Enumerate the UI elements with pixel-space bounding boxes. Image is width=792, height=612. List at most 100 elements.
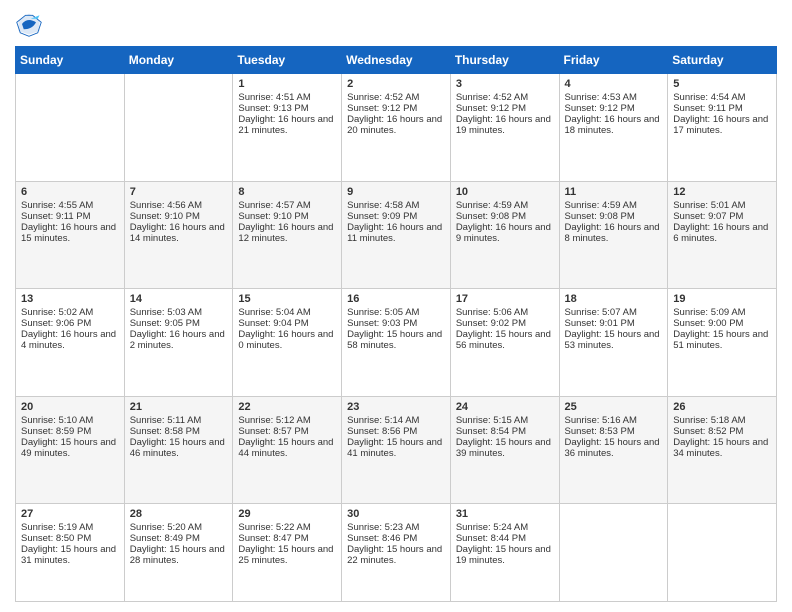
day-number: 17: [456, 293, 554, 305]
day-info: Sunrise: 4:56 AM: [130, 200, 228, 211]
day-info: Sunrise: 5:04 AM: [238, 307, 336, 318]
day-number: 21: [130, 401, 228, 413]
calendar-cell: 20Sunrise: 5:10 AMSunset: 8:59 PMDayligh…: [16, 396, 125, 504]
day-info: Sunset: 9:12 PM: [565, 103, 663, 114]
day-info: Sunset: 8:50 PM: [21, 533, 119, 544]
day-number: 13: [21, 293, 119, 305]
day-info: Sunset: 8:53 PM: [565, 426, 663, 437]
day-info: Sunset: 8:49 PM: [130, 533, 228, 544]
day-number: 12: [673, 186, 771, 198]
day-number: 31: [456, 508, 554, 520]
calendar-cell: 21Sunrise: 5:11 AMSunset: 8:58 PMDayligh…: [124, 396, 233, 504]
day-number: 19: [673, 293, 771, 305]
day-info: Sunset: 9:03 PM: [347, 318, 445, 329]
day-info: Sunrise: 4:53 AM: [565, 92, 663, 103]
day-info: Sunset: 9:04 PM: [238, 318, 336, 329]
day-info: Sunset: 9:10 PM: [238, 211, 336, 222]
calendar-cell: 2Sunrise: 4:52 AMSunset: 9:12 PMDaylight…: [342, 74, 451, 182]
calendar-week-row: 1Sunrise: 4:51 AMSunset: 9:13 PMDaylight…: [16, 74, 777, 182]
day-info: Sunrise: 5:16 AM: [565, 415, 663, 426]
day-number: 27: [21, 508, 119, 520]
day-number: 16: [347, 293, 445, 305]
day-info: Sunset: 9:10 PM: [130, 211, 228, 222]
calendar-day-header: Saturday: [668, 47, 777, 74]
calendar-cell: 10Sunrise: 4:59 AMSunset: 9:08 PMDayligh…: [450, 181, 559, 289]
day-info: Sunrise: 5:11 AM: [130, 415, 228, 426]
calendar-cell: 12Sunrise: 5:01 AMSunset: 9:07 PMDayligh…: [668, 181, 777, 289]
day-info: Sunrise: 5:03 AM: [130, 307, 228, 318]
day-info: Daylight: 15 hours and 36 minutes.: [565, 437, 663, 459]
day-info: Daylight: 15 hours and 41 minutes.: [347, 437, 445, 459]
calendar-cell: 16Sunrise: 5:05 AMSunset: 9:03 PMDayligh…: [342, 289, 451, 397]
day-info: Daylight: 16 hours and 21 minutes.: [238, 114, 336, 136]
day-info: Daylight: 16 hours and 19 minutes.: [456, 114, 554, 136]
day-info: Daylight: 16 hours and 4 minutes.: [21, 329, 119, 351]
calendar-cell: 27Sunrise: 5:19 AMSunset: 8:50 PMDayligh…: [16, 504, 125, 602]
calendar-cell: 23Sunrise: 5:14 AMSunset: 8:56 PMDayligh…: [342, 396, 451, 504]
calendar-day-header: Sunday: [16, 47, 125, 74]
logo-icon: [15, 10, 43, 38]
calendar-week-row: 27Sunrise: 5:19 AMSunset: 8:50 PMDayligh…: [16, 504, 777, 602]
calendar-cell: [559, 504, 668, 602]
day-number: 2: [347, 78, 445, 90]
day-info: Sunrise: 4:59 AM: [565, 200, 663, 211]
calendar-day-header: Friday: [559, 47, 668, 74]
day-info: Daylight: 15 hours and 34 minutes.: [673, 437, 771, 459]
day-info: Daylight: 16 hours and 6 minutes.: [673, 222, 771, 244]
day-info: Sunset: 8:56 PM: [347, 426, 445, 437]
day-info: Daylight: 16 hours and 9 minutes.: [456, 222, 554, 244]
day-info: Sunrise: 5:05 AM: [347, 307, 445, 318]
calendar-cell: 25Sunrise: 5:16 AMSunset: 8:53 PMDayligh…: [559, 396, 668, 504]
day-info: Sunrise: 5:12 AM: [238, 415, 336, 426]
day-number: 6: [21, 186, 119, 198]
day-number: 4: [565, 78, 663, 90]
day-number: 5: [673, 78, 771, 90]
day-info: Sunset: 9:11 PM: [21, 211, 119, 222]
day-info: Daylight: 15 hours and 46 minutes.: [130, 437, 228, 459]
day-info: Sunset: 9:02 PM: [456, 318, 554, 329]
calendar-cell: 24Sunrise: 5:15 AMSunset: 8:54 PMDayligh…: [450, 396, 559, 504]
logo: [15, 10, 47, 38]
day-info: Sunset: 8:59 PM: [21, 426, 119, 437]
day-info: Sunrise: 4:55 AM: [21, 200, 119, 211]
day-info: Sunrise: 4:58 AM: [347, 200, 445, 211]
day-info: Sunrise: 5:22 AM: [238, 522, 336, 533]
calendar-cell: [16, 74, 125, 182]
day-info: Sunrise: 5:01 AM: [673, 200, 771, 211]
day-number: 9: [347, 186, 445, 198]
calendar-cell: 31Sunrise: 5:24 AMSunset: 8:44 PMDayligh…: [450, 504, 559, 602]
day-number: 30: [347, 508, 445, 520]
day-info: Sunrise: 5:15 AM: [456, 415, 554, 426]
day-info: Sunset: 9:00 PM: [673, 318, 771, 329]
calendar-week-row: 13Sunrise: 5:02 AMSunset: 9:06 PMDayligh…: [16, 289, 777, 397]
calendar-cell: [124, 74, 233, 182]
calendar-day-header: Monday: [124, 47, 233, 74]
calendar-day-header: Tuesday: [233, 47, 342, 74]
day-info: Daylight: 15 hours and 53 minutes.: [565, 329, 663, 351]
day-info: Daylight: 15 hours and 31 minutes.: [21, 544, 119, 566]
calendar-cell: 15Sunrise: 5:04 AMSunset: 9:04 PMDayligh…: [233, 289, 342, 397]
day-number: 7: [130, 186, 228, 198]
day-info: Daylight: 15 hours and 22 minutes.: [347, 544, 445, 566]
day-info: Daylight: 15 hours and 51 minutes.: [673, 329, 771, 351]
day-number: 14: [130, 293, 228, 305]
day-info: Sunrise: 5:20 AM: [130, 522, 228, 533]
day-info: Sunrise: 4:52 AM: [456, 92, 554, 103]
day-number: 8: [238, 186, 336, 198]
calendar-cell: 13Sunrise: 5:02 AMSunset: 9:06 PMDayligh…: [16, 289, 125, 397]
calendar-cell: 7Sunrise: 4:56 AMSunset: 9:10 PMDaylight…: [124, 181, 233, 289]
day-info: Sunset: 9:13 PM: [238, 103, 336, 114]
day-number: 28: [130, 508, 228, 520]
day-info: Daylight: 16 hours and 20 minutes.: [347, 114, 445, 136]
day-info: Daylight: 16 hours and 12 minutes.: [238, 222, 336, 244]
calendar-header-row: SundayMondayTuesdayWednesdayThursdayFrid…: [16, 47, 777, 74]
day-info: Sunrise: 4:59 AM: [456, 200, 554, 211]
day-number: 1: [238, 78, 336, 90]
day-info: Daylight: 16 hours and 11 minutes.: [347, 222, 445, 244]
calendar-cell: 14Sunrise: 5:03 AMSunset: 9:05 PMDayligh…: [124, 289, 233, 397]
calendar-cell: 5Sunrise: 4:54 AMSunset: 9:11 PMDaylight…: [668, 74, 777, 182]
day-info: Daylight: 15 hours and 49 minutes.: [21, 437, 119, 459]
calendar-week-row: 20Sunrise: 5:10 AMSunset: 8:59 PMDayligh…: [16, 396, 777, 504]
calendar-day-header: Thursday: [450, 47, 559, 74]
day-info: Sunset: 9:12 PM: [456, 103, 554, 114]
